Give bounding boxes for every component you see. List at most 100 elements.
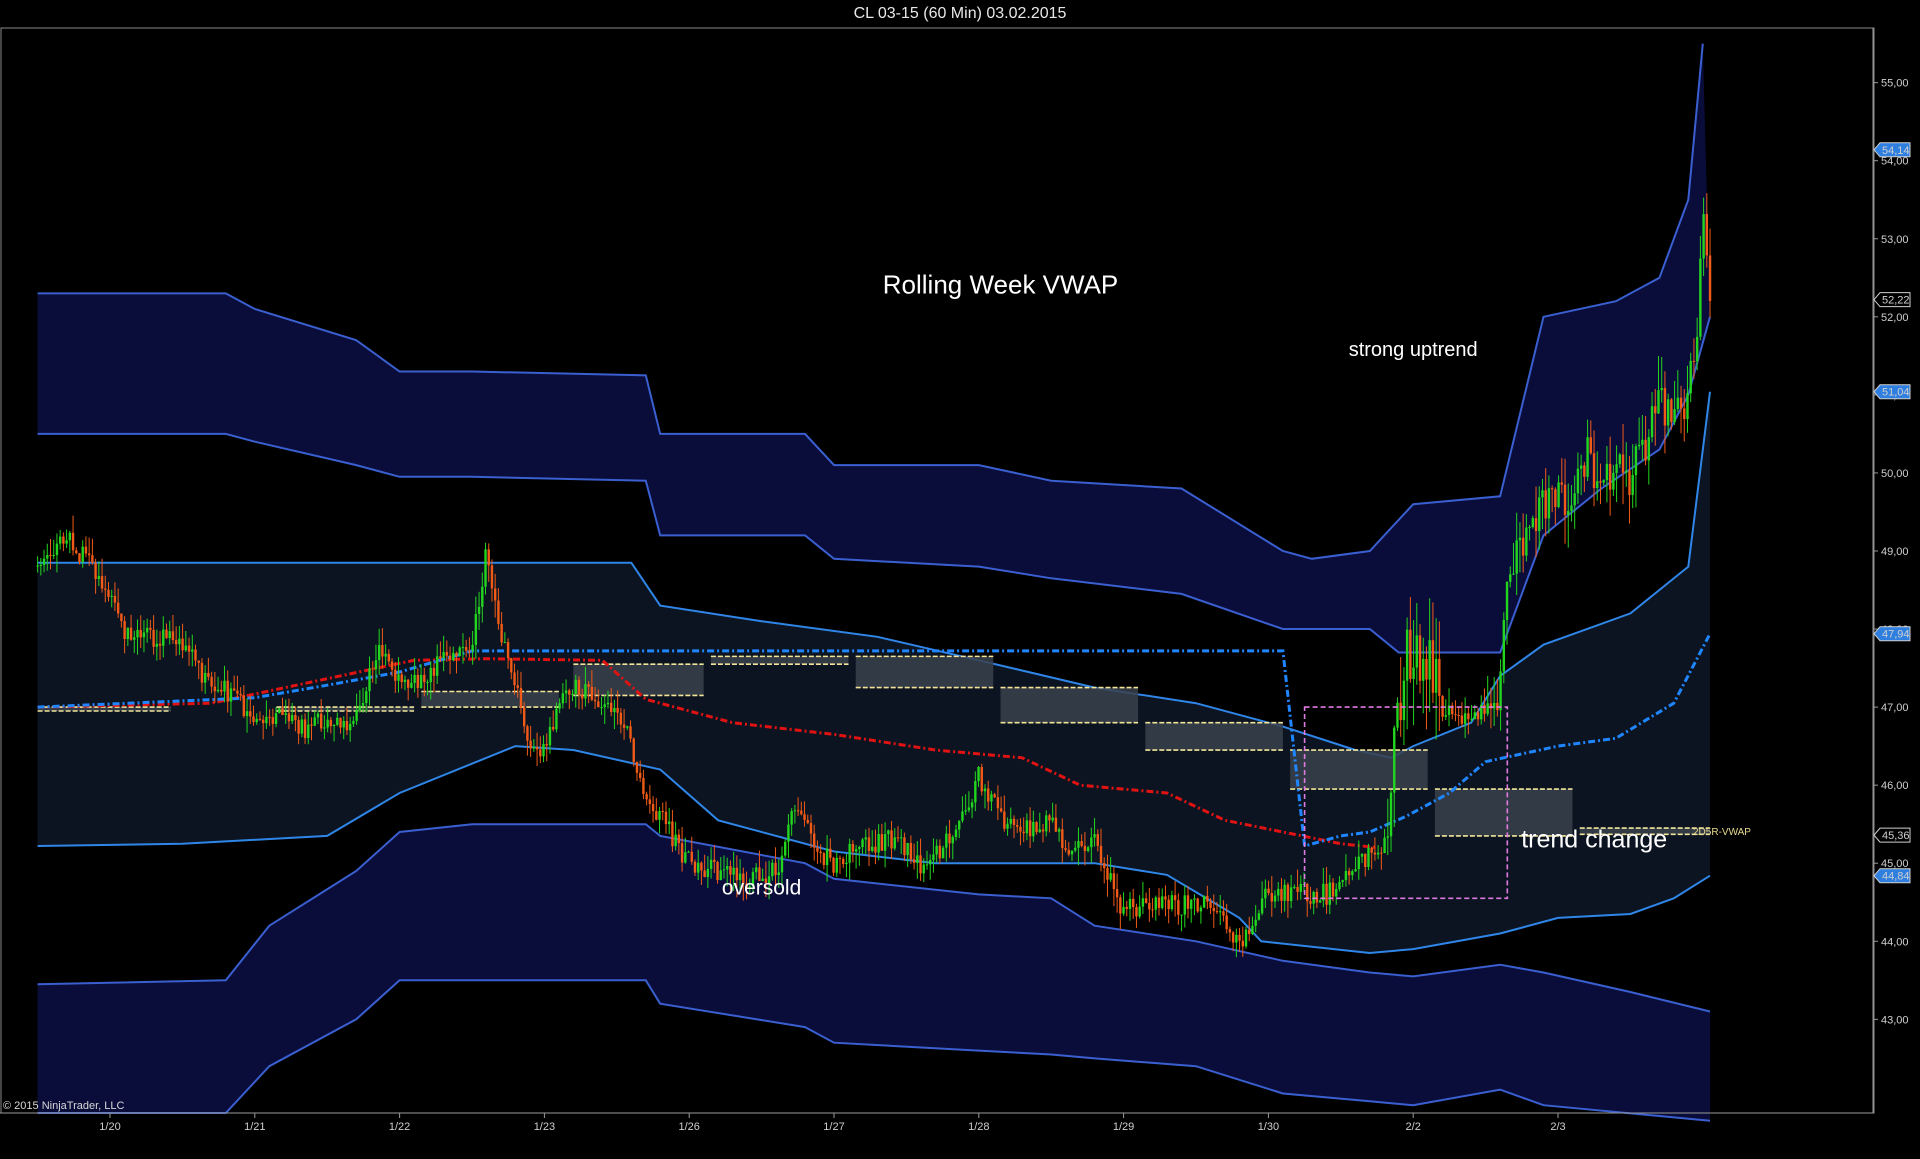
value-zone-7 [1145,722,1283,751]
candle-body-247 [832,857,835,873]
x-tick-label-6: 1/28 [968,1121,989,1133]
candle-body-316 [1054,817,1058,832]
candle-body-370 [1228,929,1232,933]
candle-body-373 [1238,934,1241,941]
candle-body-442 [1460,715,1464,724]
annotation-1: strong uptrend [1349,339,1478,361]
candle-body-283 [948,833,951,844]
candle-body-338 [1125,906,1128,909]
candle-body-361 [1199,907,1203,912]
candle-body-289 [967,807,971,811]
candle-body-323 [1077,841,1080,848]
candle-body-310 [1035,822,1038,833]
candle-body-382 [1267,888,1270,894]
candle-body-204 [693,861,697,873]
candle-body-299 [999,808,1003,812]
candle-body-46 [184,645,188,651]
price-chart[interactable]: 43,0044,0045,0046,0047,0048,0049,0050,00… [0,0,1920,1159]
copyright-text: © 2015 NinjaTrader, LLC [3,1100,125,1112]
candle-body-143 [497,600,500,624]
candle-body-14 [81,546,84,563]
x-tick-label-10: 2/3 [1550,1121,1565,1133]
candle-body-146 [506,642,510,659]
candle-body-288 [964,810,967,812]
candle-body-481 [1586,437,1589,477]
candle-body-346 [1151,909,1154,911]
annotation-3: trend change [1521,826,1667,854]
candle-body-284 [951,837,954,844]
candle-body-44 [178,638,181,645]
candle-body-367 [1219,911,1222,913]
candle-body-290 [970,802,974,808]
chart-window: CL 03-15 (60 Min) 03.02.2015 43,00 44,00 4… [0,0,1920,1159]
candle-body-409 [1354,869,1357,872]
candle-body-486 [1602,480,1605,483]
candle-body-264 [887,830,890,835]
candle-body-437 [1444,715,1448,717]
candle-body-344 [1144,898,1148,903]
candle-body-183 [626,726,629,728]
candle-body-211 [716,862,719,880]
candle-body-270 [906,842,909,856]
candle-body-476 [1570,505,1573,511]
candle-body-41 [168,631,171,639]
candle-body-72 [268,716,271,718]
y-tick-label-1: 44,00 [1881,936,1909,948]
candle-body-336 [1119,897,1122,914]
candle-body-64 [242,695,246,717]
candle-body-197 [671,821,674,847]
candle-body-492 [1621,454,1625,473]
candle-body-429 [1418,635,1422,681]
candle-body-249 [838,857,842,859]
candle-body-119 [419,674,423,689]
candle-body-188 [642,777,645,795]
candle-body-420 [1389,792,1393,837]
value-zone-5 [855,656,994,688]
candle-body-199 [677,834,681,844]
y-axis: 43,0044,0045,0046,0047,0048,0049,0050,00… [1872,28,1909,1113]
candle-body-281 [941,847,945,859]
candle-body-261 [877,834,880,853]
candle-body-116 [410,682,413,688]
candle-body-233 [787,824,790,842]
candle-body-432 [1428,640,1431,680]
candle-body-139 [484,549,487,587]
candle-body-50 [197,660,200,663]
right-label-0: 2D5R-VWAP [1693,827,1751,838]
candle-body-236 [796,810,800,812]
candle-body-85 [310,724,313,726]
candle-body-403 [1335,889,1338,897]
candle-body-411 [1360,853,1364,857]
candle-body-369 [1225,915,1228,930]
candle-body-238 [803,814,806,820]
candle-body-345 [1148,902,1151,910]
candle-body-471 [1554,489,1557,507]
candle-body-343 [1141,898,1145,907]
candle-body-315 [1051,817,1054,821]
candle-body-307 [1025,820,1029,834]
candle-body-493 [1625,470,1628,473]
candle-body-320 [1067,849,1070,855]
price-marker-label-1: 52,22 [1882,295,1910,307]
candle-body-248 [835,857,838,873]
candle-body-253 [851,843,855,852]
candle-body-268 [900,837,903,839]
candle-body-275 [922,864,925,874]
candle-body-311 [1038,829,1041,833]
candle-body-65 [245,711,249,717]
candle-body-309 [1032,822,1035,837]
candle-body-15 [84,546,88,554]
candle-body-57 [220,689,223,692]
candle-body-118 [416,674,420,689]
candle-body-148 [513,672,516,686]
candle-body-171 [587,684,590,687]
candle-body-387 [1283,884,1286,901]
candle-body-38 [158,643,162,646]
candle-body-473 [1560,482,1564,485]
candle-body-507 [1670,399,1673,423]
candle-body-180 [616,707,619,713]
candle-body-137 [477,606,481,614]
candle-body-97 [348,723,352,731]
y-tick-label-4: 47,00 [1881,702,1909,714]
candle-body-55 [213,686,217,692]
